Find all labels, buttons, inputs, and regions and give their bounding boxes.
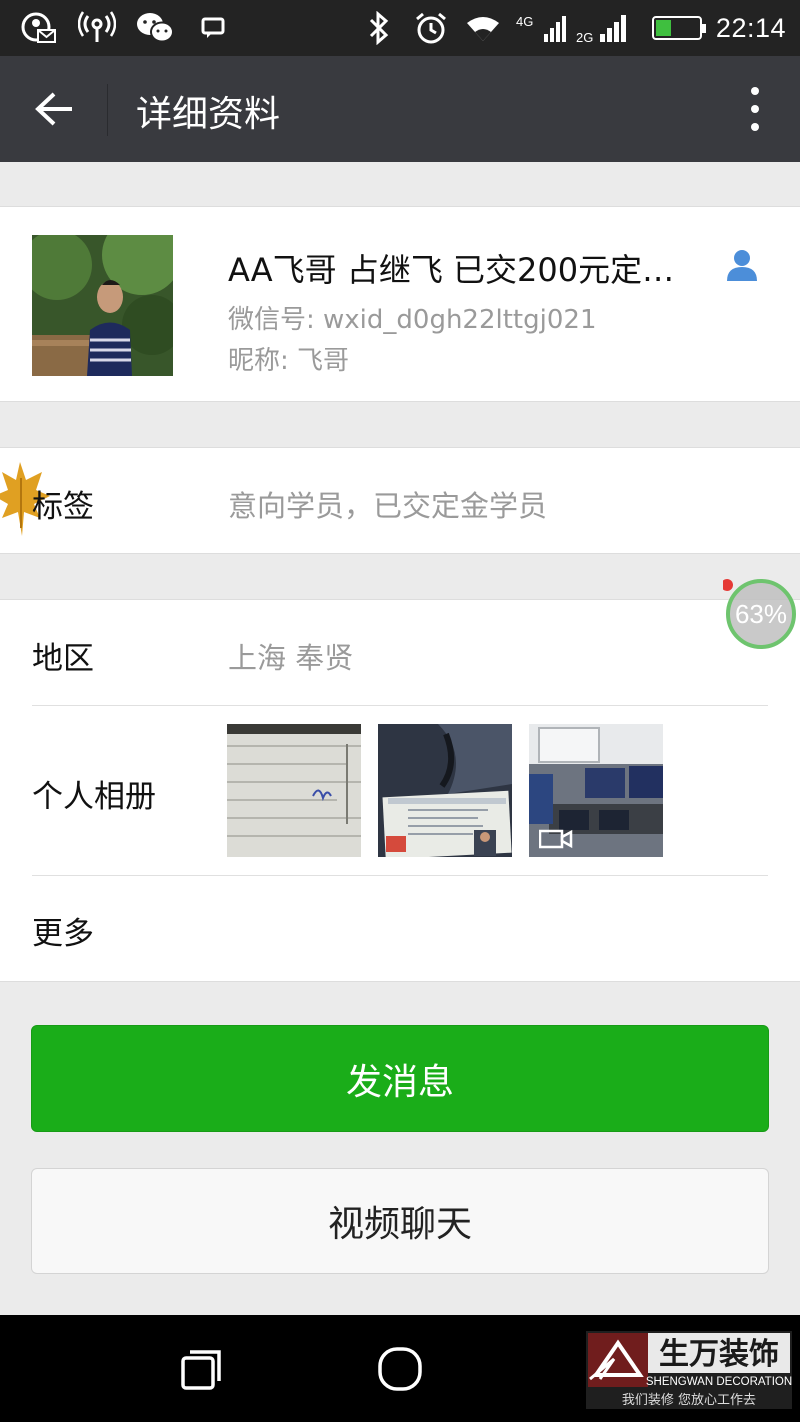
back-button[interactable]: [24, 81, 84, 137]
network-label-4g: 4G: [516, 14, 533, 29]
details-card: 地区 上海 奉贤 个人相册 更多: [0, 599, 800, 982]
row-divider: [32, 705, 768, 706]
wechat-id: 微信号: wxid_d0gh22lttgj021: [228, 305, 597, 335]
watermark-english: SHENGWAN DECORATION: [646, 1376, 792, 1388]
battery-icon: [651, 16, 706, 40]
album-photo-document[interactable]: [227, 724, 361, 857]
region-value: 上海 奉贤: [228, 641, 354, 675]
wifi-hotspot-icon: [78, 9, 116, 47]
recent-apps-icon: [181, 1350, 221, 1390]
message-icon: [194, 9, 232, 47]
watermark-logo: 生万装饰 SHENGWAN DECORATION 我们装修 您放心工作去: [586, 1331, 792, 1409]
more-options-button[interactable]: [740, 83, 770, 135]
alarm-icon: [412, 9, 450, 47]
status-time: 22:14: [715, 12, 786, 43]
home-icon: [378, 1347, 422, 1391]
tags-row[interactable]: 标签 意向学员，已交定金学员: [0, 447, 800, 554]
send-message-button[interactable]: 发消息: [31, 1025, 769, 1132]
nickname: 昵称: 飞哥: [228, 346, 350, 376]
watermark-brand: 生万装饰: [659, 1337, 779, 1372]
badge-percent: 63%: [735, 599, 787, 629]
contact-name: AA飞哥 占继飞 已交200元定…: [228, 251, 675, 289]
tags-value: 意向学员，已交定金学员: [228, 489, 548, 523]
network-label-2g: 2G: [576, 30, 593, 44]
floating-memory-badge[interactable]: 63%: [721, 578, 799, 650]
page-title: 详细资料: [136, 94, 281, 135]
app-bar-divider: [107, 84, 108, 136]
row-divider: [32, 875, 768, 876]
wifi-icon: [464, 9, 502, 47]
back-arrow-icon: [35, 92, 72, 126]
watermark-slogan: 我们装修 您放心工作去: [622, 1392, 756, 1408]
recent-apps-button[interactable]: [180, 1349, 222, 1395]
album-photo-classroom-video[interactable]: [529, 724, 663, 857]
bluetooth-icon: [360, 9, 398, 47]
battery-fill: [655, 20, 671, 36]
status-bar: 4G 2G 22:14: [0, 0, 800, 56]
more-vertical-icon: [751, 87, 759, 131]
region-label: 地区: [32, 641, 94, 677]
album-photo-certificate[interactable]: [378, 724, 512, 857]
avatar[interactable]: [32, 235, 173, 376]
wechat-icon: [136, 9, 174, 47]
profile-card[interactable]: AA飞哥 占继飞 已交200元定… 微信号: wxid_d0gh22lttgj0…: [0, 206, 800, 402]
tags-label: 标签: [32, 489, 94, 525]
contact-sync-icon: [20, 9, 58, 47]
more-label[interactable]: 更多: [32, 908, 94, 953]
signal-icon: 4G 2G: [516, 9, 638, 47]
video-chat-button[interactable]: 视频聊天: [31, 1168, 769, 1274]
video-camera-icon: [538, 828, 573, 854]
home-button[interactable]: [377, 1346, 423, 1396]
app-bar: 详细资料: [0, 56, 800, 162]
album-label[interactable]: 个人相册: [32, 771, 156, 816]
contact-person-icon: [724, 247, 760, 283]
